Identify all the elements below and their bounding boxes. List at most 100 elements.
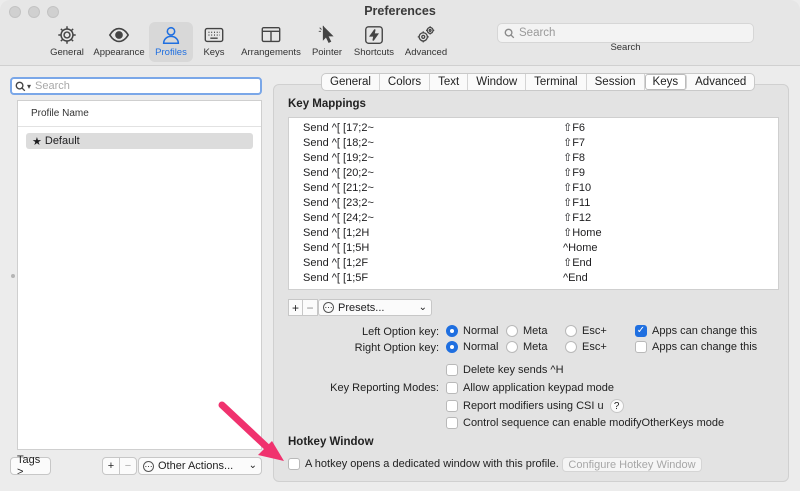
toolbar-label: Arrangements: [241, 47, 301, 58]
mapping-action: Send ^[ [1;5F: [303, 271, 369, 284]
left-apps-change-checkbox[interactable]: ✓ Apps can change this: [635, 325, 757, 337]
tags-button[interactable]: Tags >: [10, 454, 51, 478]
profile-search-input[interactable]: [35, 80, 236, 92]
ellipsis-icon: ⋯: [143, 460, 154, 472]
checkbox[interactable]: [446, 364, 458, 376]
help-button[interactable]: ?: [609, 399, 624, 413]
tab-terminal[interactable]: Terminal: [526, 74, 587, 90]
toolbar-arrangements[interactable]: Arrangements: [240, 22, 302, 62]
checkbox[interactable]: [635, 341, 647, 353]
mapping-key: ⇧End: [563, 257, 592, 269]
title-bar: Preferences General Appearance Profiles …: [0, 0, 800, 66]
mapping-key: ⇧F12: [563, 212, 592, 224]
mapping-action: Send ^[ [18;2~: [303, 136, 374, 149]
radio-button[interactable]: [565, 341, 577, 353]
gears-icon: [417, 26, 435, 43]
toolbar-profiles[interactable]: Profiles: [149, 22, 193, 62]
tab-colors[interactable]: Colors: [380, 74, 431, 90]
toolbar-appearance[interactable]: Appearance: [92, 22, 146, 62]
toolbar-label: Keys: [203, 47, 225, 58]
toolbar-advanced[interactable]: Advanced: [404, 22, 448, 62]
table-row[interactable]: Send ^[ [24;2~ ⇧F12: [289, 210, 778, 225]
left-option-normal[interactable]: Normal: [446, 325, 498, 337]
toolbar-shortcuts[interactable]: Shortcuts: [352, 22, 396, 62]
mapping-action: Send ^[ [24;2~: [303, 211, 374, 224]
mapping-key: ⇧F7: [563, 137, 586, 149]
checkbox[interactable]: [446, 382, 458, 394]
tab-advanced[interactable]: Advanced: [687, 74, 754, 90]
splitter-handle[interactable]: [11, 274, 15, 278]
search-icon: [504, 28, 515, 38]
remove-profile-button[interactable]: −: [119, 457, 137, 475]
checkbox-label: Report modifiers using CSI u: [463, 400, 604, 412]
table-row[interactable]: Send ^[ [17;2~ ⇧F6: [289, 120, 778, 135]
tab-window[interactable]: Window: [468, 74, 527, 90]
mapping-key: ⇧F11: [563, 197, 591, 209]
presets-dropdown[interactable]: ⋯ Presets... ⌄: [318, 299, 432, 316]
presets-label: Presets...: [338, 301, 385, 314]
left-option-esc[interactable]: Esc+: [565, 325, 607, 337]
checkbox-label: Control sequence can enable modifyOtherK…: [463, 417, 725, 429]
add-profile-button[interactable]: +: [102, 457, 120, 475]
key-mappings-table[interactable]: Send ^[ [17;2~ ⇧F6 Send ^[ [18;2~ ⇧F7 Send…: [288, 117, 779, 290]
configure-hotkey-button[interactable]: Configure Hotkey Window: [562, 457, 702, 472]
add-mapping-button[interactable]: +: [288, 299, 303, 316]
table-row[interactable]: Send ^[ [1;5F ^End: [289, 270, 778, 285]
tab-text[interactable]: Text: [430, 74, 469, 90]
radio-button[interactable]: [446, 325, 458, 337]
table-row[interactable]: Send ^[ [1;2H ⇧Home: [289, 225, 778, 240]
delete-sends-checkbox[interactable]: Delete key sends ^H: [446, 364, 564, 376]
mapping-action: Send ^[ [23;2~: [303, 196, 374, 209]
table-row[interactable]: Send ^[ [20;2~ ⇧F9: [289, 165, 778, 180]
mapping-key: ⇧F9: [563, 167, 586, 179]
radio-button[interactable]: [446, 341, 458, 353]
table-row[interactable]: Send ^[ [23;2~ ⇧F11: [289, 195, 778, 210]
profile-row-default[interactable]: ★ Default: [26, 133, 253, 149]
toolbar-label: Pointer: [311, 47, 343, 58]
table-row[interactable]: Send ^[ [18;2~ ⇧F7: [289, 135, 778, 150]
right-apps-change-checkbox[interactable]: Apps can change this: [635, 341, 757, 353]
key-mapping-controls: + − ⋯ Presets... ⌄: [288, 299, 432, 316]
toolbar-pointer[interactable]: Pointer: [309, 22, 345, 62]
preferences-search[interactable]: [497, 23, 754, 43]
toolbar-label: Appearance: [93, 47, 145, 58]
right-option-esc[interactable]: Esc+: [565, 341, 607, 353]
table-row[interactable]: Send ^[ [19;2~ ⇧F8: [289, 150, 778, 165]
hotkey-checkbox[interactable]: A hotkey opens a dedicated window with t…: [288, 458, 559, 470]
chevron-down-icon: ▾: [27, 81, 32, 91]
toolbar-general[interactable]: General: [47, 22, 87, 62]
table-row[interactable]: Send ^[ [1;2F ⇧End: [289, 255, 778, 270]
annotation-arrow-icon: [218, 401, 284, 461]
right-option-normal[interactable]: Normal: [446, 341, 498, 353]
tab-session[interactable]: Session: [587, 74, 645, 90]
ellipsis-icon: ⋯: [323, 302, 334, 313]
profile-search[interactable]: ▾: [10, 77, 262, 95]
mapping-action: Send ^[ [17;2~: [303, 121, 374, 134]
checkbox[interactable]: [446, 400, 458, 412]
keyboard-icon: [204, 27, 224, 43]
right-option-meta[interactable]: Meta: [506, 341, 547, 353]
chevron-down-icon: ⌄: [418, 301, 427, 313]
toolbar-keys[interactable]: Keys: [198, 22, 230, 62]
radio-button[interactable]: [506, 341, 518, 353]
tab-general[interactable]: General: [322, 74, 380, 90]
table-row[interactable]: Send ^[ [1;5H ^Home: [289, 240, 778, 255]
remove-mapping-button[interactable]: −: [303, 299, 318, 316]
modify-other-keys-checkbox[interactable]: Control sequence can enable modifyOtherK…: [446, 417, 724, 429]
mapping-action: Send ^[ [20;2~: [303, 166, 374, 179]
checkbox[interactable]: [446, 417, 458, 429]
radio-label: Esc+: [582, 341, 607, 353]
mapping-key: ⇧F10: [563, 182, 592, 194]
radio-button[interactable]: [506, 325, 518, 337]
checkmark-icon[interactable]: ✓: [635, 325, 647, 337]
keypad-mode-checkbox[interactable]: Allow application keypad mode: [446, 382, 614, 394]
tab-keys[interactable]: Keys: [644, 74, 688, 90]
csi-u-checkbox[interactable]: Report modifiers using CSI u?: [446, 399, 624, 413]
preferences-search-input[interactable]: [519, 27, 739, 39]
profile-name-header[interactable]: Profile Name: [18, 101, 261, 127]
radio-button[interactable]: [565, 325, 577, 337]
left-option-meta[interactable]: Meta: [506, 325, 547, 337]
table-row[interactable]: Send ^[ [21;2~ ⇧F10: [289, 180, 778, 195]
search-caption: Search: [610, 42, 641, 53]
checkbox-label: Apps can change this: [652, 325, 758, 337]
